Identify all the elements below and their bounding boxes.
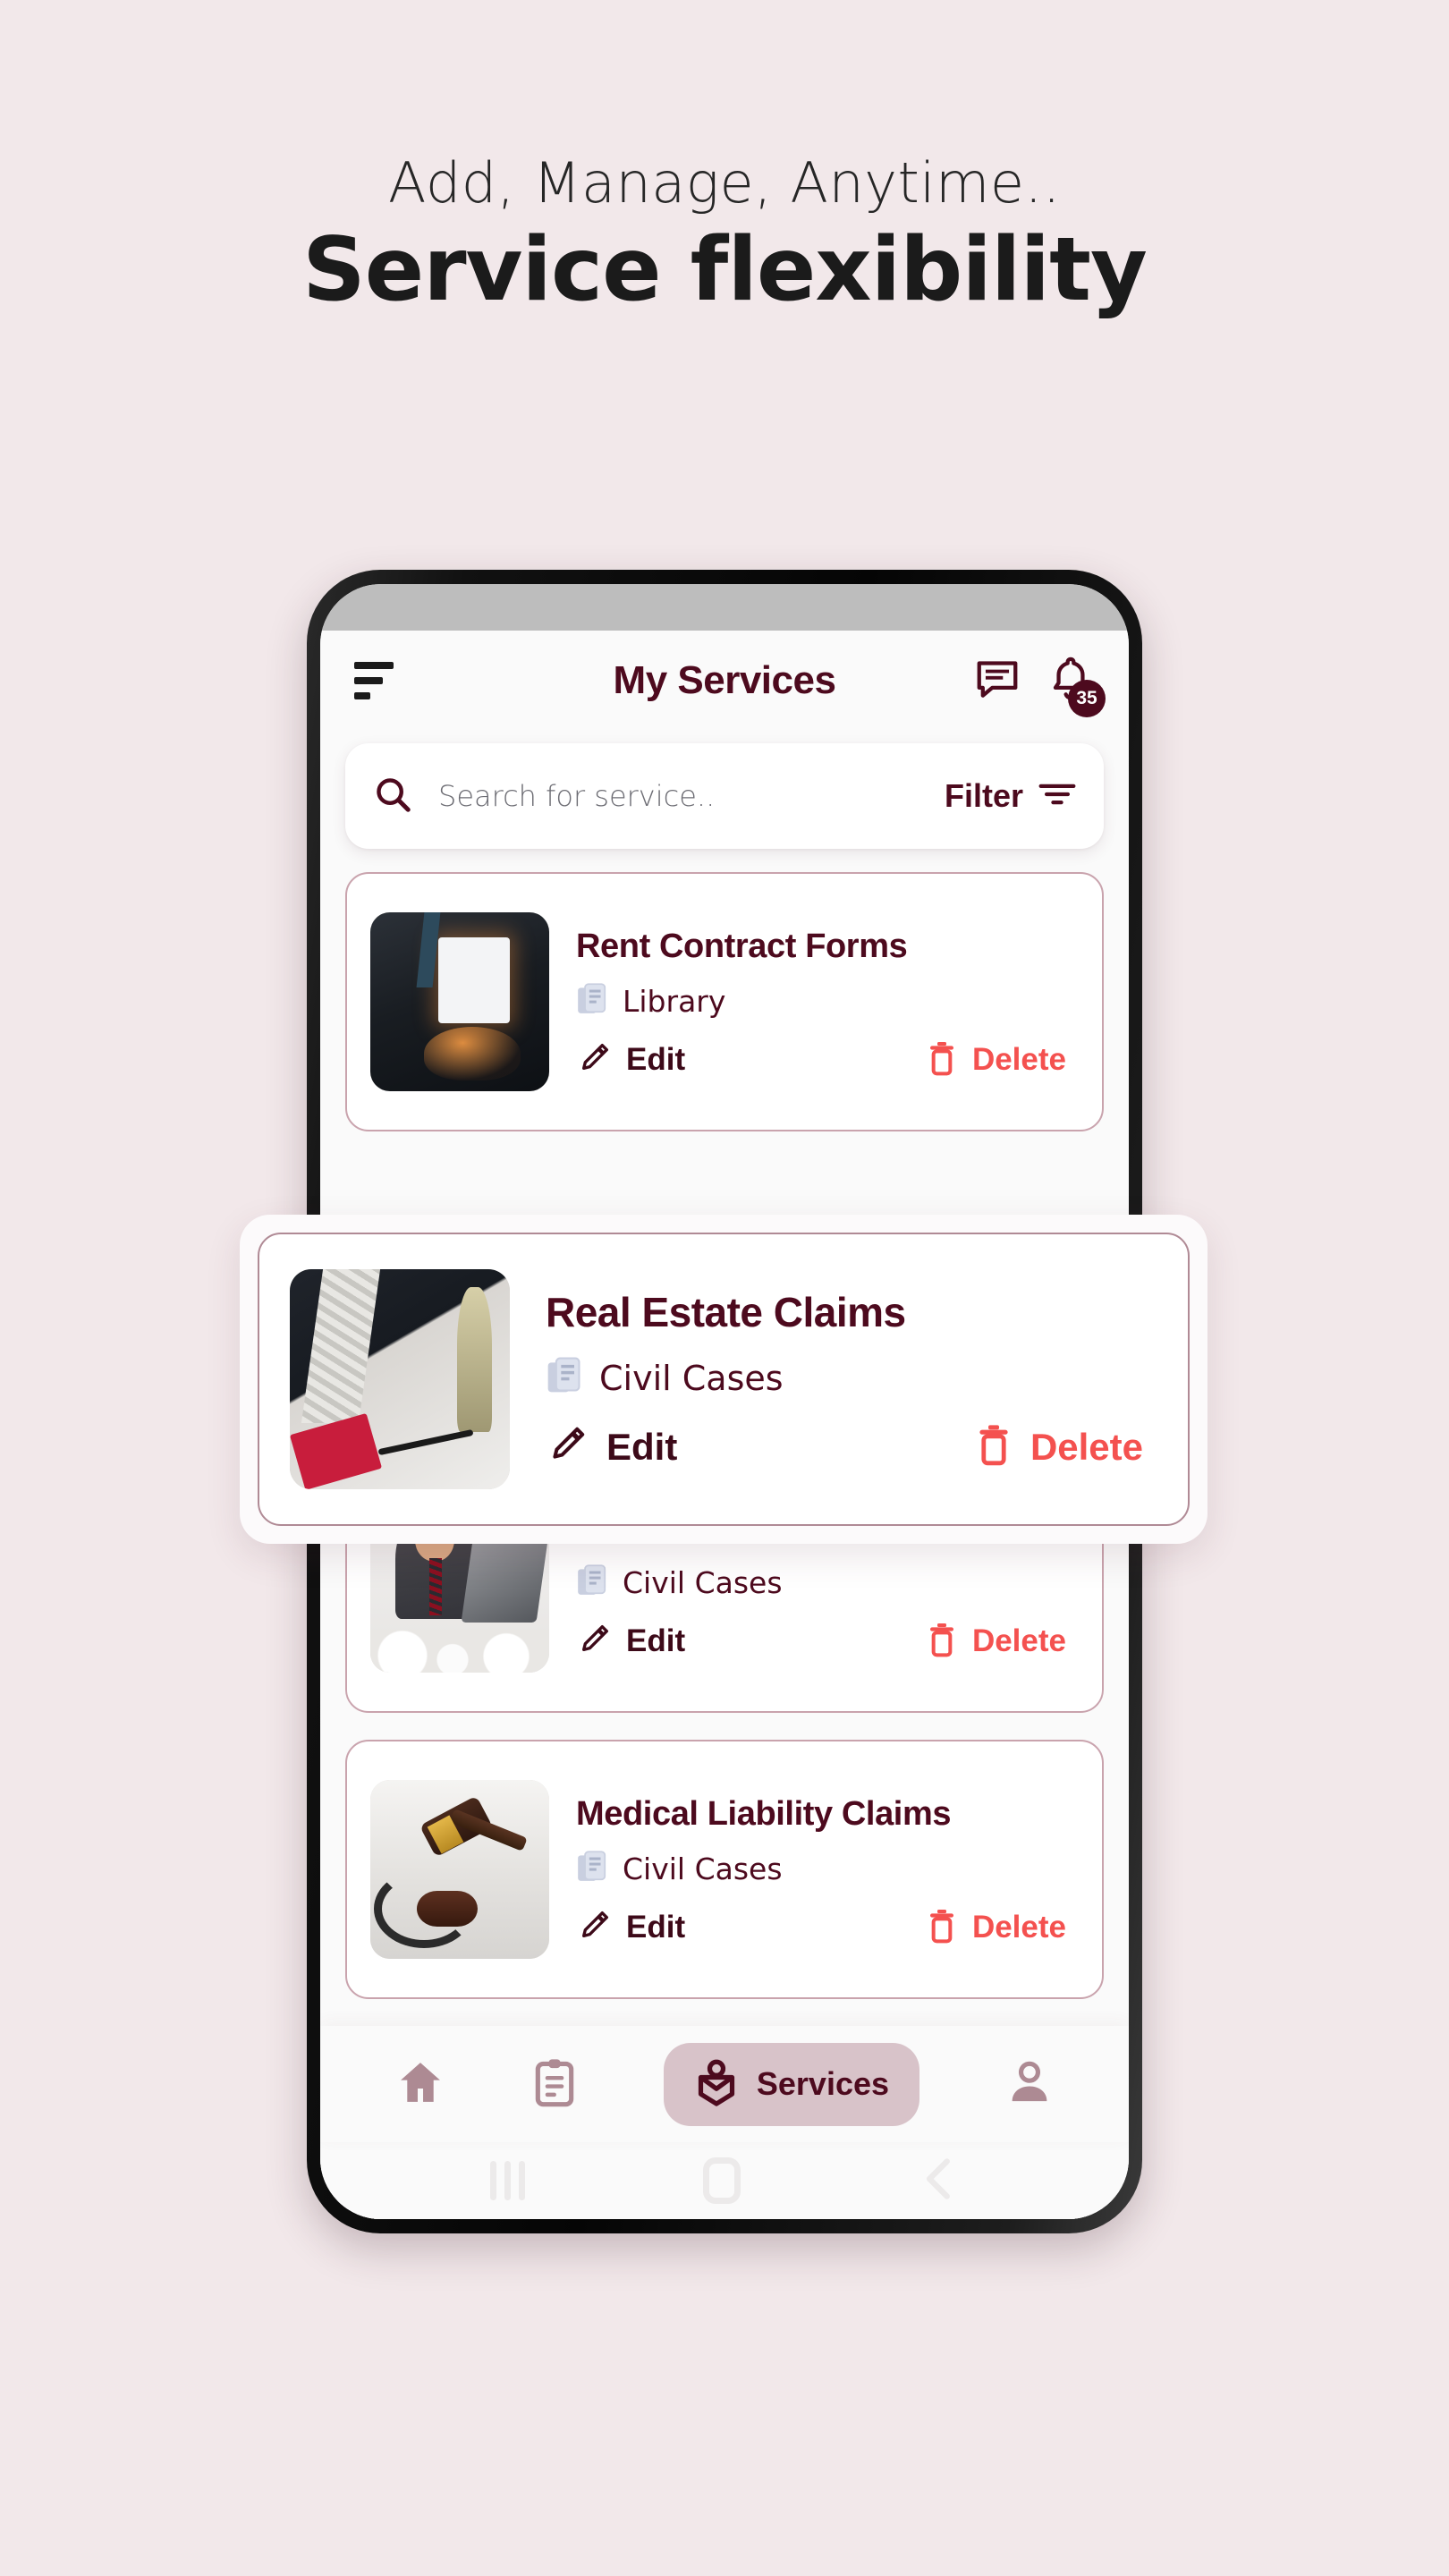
promo-headline: Service flexibility [302, 219, 1148, 322]
promo-headline-block: Add, Manage, Anytime.. Service flexibili… [0, 152, 1449, 321]
notification-badge-count: 35 [1068, 679, 1106, 717]
pencil-icon [546, 1423, 589, 1470]
edit-button[interactable]: Edit [576, 1622, 685, 1662]
highlighted-service-panel: Real Estate Claims Civil Cases Edit Dele… [240, 1215, 1208, 1544]
back-chevron-icon[interactable] [919, 2156, 960, 2207]
person-icon [1005, 2057, 1054, 2112]
service-card-actions: Edit Delete [576, 1040, 1079, 1080]
document-icon [576, 1850, 608, 1888]
bottom-navigation: Services [320, 2026, 1129, 2142]
pencil-icon [576, 1908, 612, 1948]
edit-label: Edit [606, 1425, 678, 1468]
edit-button[interactable]: Edit [546, 1423, 677, 1470]
service-category: Civil Cases [576, 1850, 1079, 1888]
nav-services[interactable]: Services [663, 2042, 920, 2126]
service-thumbnail [370, 1780, 549, 1959]
chat-message-icon[interactable] [973, 655, 1021, 708]
delete-label: Delete [971, 1042, 1066, 1077]
filter-label: Filter [944, 777, 1023, 814]
service-title: Rent Contract Forms [576, 927, 908, 965]
edit-label: Edit [626, 1623, 686, 1658]
delete-label: Delete [971, 1910, 1066, 1945]
highlighted-service-card[interactable]: Real Estate Claims Civil Cases Edit Dele… [258, 1233, 1190, 1526]
highlighted-service-category: Civil Cases [546, 1356, 1157, 1400]
pencil-icon [576, 1622, 612, 1662]
service-thumbnail [370, 912, 549, 1091]
android-navigation-bar [320, 2142, 1129, 2219]
highlighted-service-actions: Edit Delete [546, 1423, 1157, 1470]
delete-button[interactable]: Delete [926, 1040, 1066, 1080]
trash-icon [975, 1423, 1013, 1470]
highlighted-service-category-label: Civil Cases [599, 1358, 784, 1398]
header-actions: 35 [973, 654, 1106, 717]
delete-label: Delete [971, 1623, 1066, 1658]
nav-profile[interactable] [1005, 2057, 1054, 2112]
document-icon [546, 1356, 583, 1400]
search-bar[interactable]: Search for service.. Filter [345, 743, 1104, 849]
delete-button[interactable]: Delete [975, 1423, 1143, 1470]
pencil-icon [576, 1040, 612, 1080]
clipboard-icon [531, 2057, 578, 2112]
highlighted-service-thumbnail [290, 1269, 510, 1489]
home-icon [395, 2057, 445, 2112]
edit-button[interactable]: Edit [576, 1040, 685, 1080]
edit-button[interactable]: Edit [576, 1908, 685, 1948]
recents-icon[interactable] [489, 2161, 525, 2200]
nav-services-label: Services [756, 2065, 890, 2102]
notification-bell-icon[interactable]: 35 [1046, 654, 1106, 717]
service-category: Civil Cases [576, 1563, 1079, 1602]
search-input[interactable]: Search for service.. [438, 779, 945, 813]
highlighted-service-body: Real Estate Claims Civil Cases Edit Dele… [546, 1258, 1157, 1501]
document-icon [576, 982, 608, 1021]
edit-label: Edit [626, 1910, 686, 1945]
promo-subheadline: Add, Manage, Anytime.. [388, 150, 1061, 216]
document-icon [576, 1563, 608, 1602]
app-header: My Services 35 [320, 631, 1129, 731]
service-card-body: Rent Contract Forms Library Edit Delete [576, 894, 1079, 1110]
delete-label: Delete [1030, 1425, 1143, 1468]
search-icon [372, 774, 413, 819]
delete-button[interactable]: Delete [926, 1622, 1066, 1662]
highlighted-service-title: Real Estate Claims [546, 1289, 906, 1335]
trash-icon [926, 1040, 958, 1080]
android-home-icon[interactable] [702, 2157, 741, 2204]
service-card-actions: Edit Delete [576, 1908, 1079, 1948]
filter-icon [1038, 781, 1077, 812]
nav-tasks[interactable] [531, 2057, 578, 2112]
service-card[interactable]: Rent Contract Forms Library Edit Delete [345, 872, 1104, 1131]
service-card[interactable]: Medical Liability Claims Civil Cases Edi… [345, 1740, 1104, 1999]
service-category: Library [576, 982, 1079, 1021]
service-category-label: Library [623, 983, 726, 1019]
nav-home[interactable] [395, 2057, 445, 2112]
trash-icon [926, 1908, 958, 1948]
service-category-label: Civil Cases [623, 1564, 783, 1600]
status-bar [320, 584, 1129, 631]
delete-button[interactable]: Delete [926, 1908, 1066, 1948]
services-badge-icon [694, 2057, 739, 2112]
edit-label: Edit [626, 1042, 686, 1077]
service-title: Medical Liability Claims [576, 1794, 952, 1833]
service-card-actions: Edit Delete [576, 1622, 1079, 1662]
list-fade-overlay [320, 2003, 1129, 2026]
service-category-label: Civil Cases [623, 1851, 783, 1886]
filter-button[interactable]: Filter [945, 777, 1077, 815]
service-card-body: Medical Liability Claims Civil Cases Edi… [576, 1761, 1079, 1978]
hamburger-icon[interactable] [354, 662, 394, 699]
trash-icon [926, 1622, 958, 1662]
